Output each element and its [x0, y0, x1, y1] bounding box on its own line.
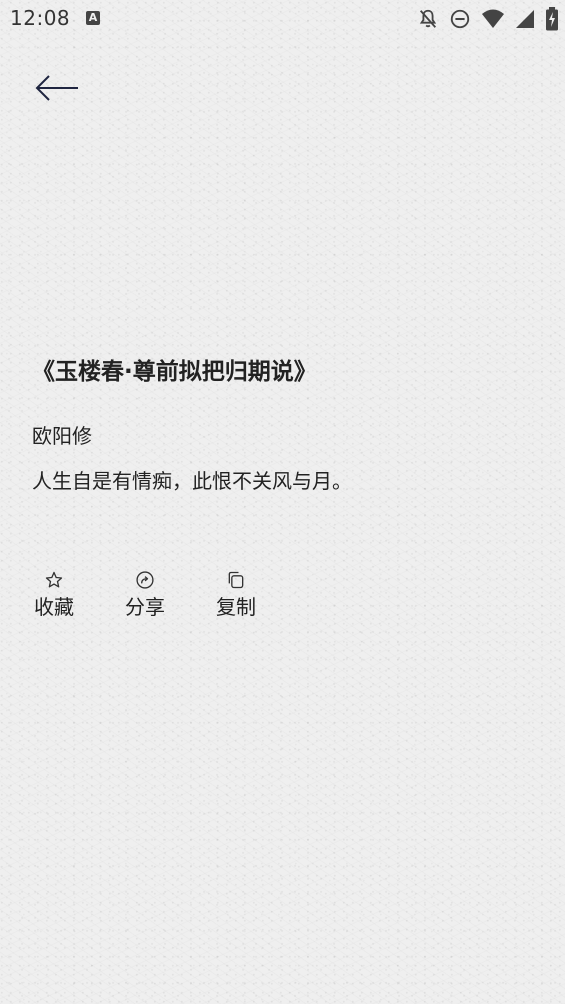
share-button[interactable]: 分享	[121, 570, 169, 620]
share-circle-icon	[121, 570, 169, 590]
wifi-icon	[481, 8, 505, 30]
poem-title: 《玉楼春·尊前拟把归期说》	[32, 359, 317, 385]
a-badge-icon: A	[86, 11, 100, 25]
favorite-button[interactable]: 收藏	[30, 570, 78, 620]
arrow-left-icon	[32, 75, 84, 110]
copy-icon	[212, 570, 260, 590]
status-time: 12:08	[10, 6, 71, 30]
copy-label: 复制	[216, 595, 256, 619]
status-icons	[417, 7, 559, 31]
share-label: 分享	[125, 595, 165, 619]
poem-author: 欧阳修	[32, 424, 92, 448]
poem-line: 人生自是有情痴，此恨不关风与月。	[32, 469, 352, 493]
star-outline-icon	[30, 570, 78, 590]
battery-charging-icon	[545, 7, 559, 31]
do-not-disturb-icon	[449, 8, 471, 30]
status-bar: 12:08 A	[0, 0, 565, 38]
cell-signal-icon	[515, 8, 535, 30]
back-button[interactable]	[32, 70, 84, 106]
notifications-off-icon	[417, 8, 439, 30]
copy-button[interactable]: 复制	[212, 570, 260, 620]
favorite-label: 收藏	[34, 595, 74, 619]
